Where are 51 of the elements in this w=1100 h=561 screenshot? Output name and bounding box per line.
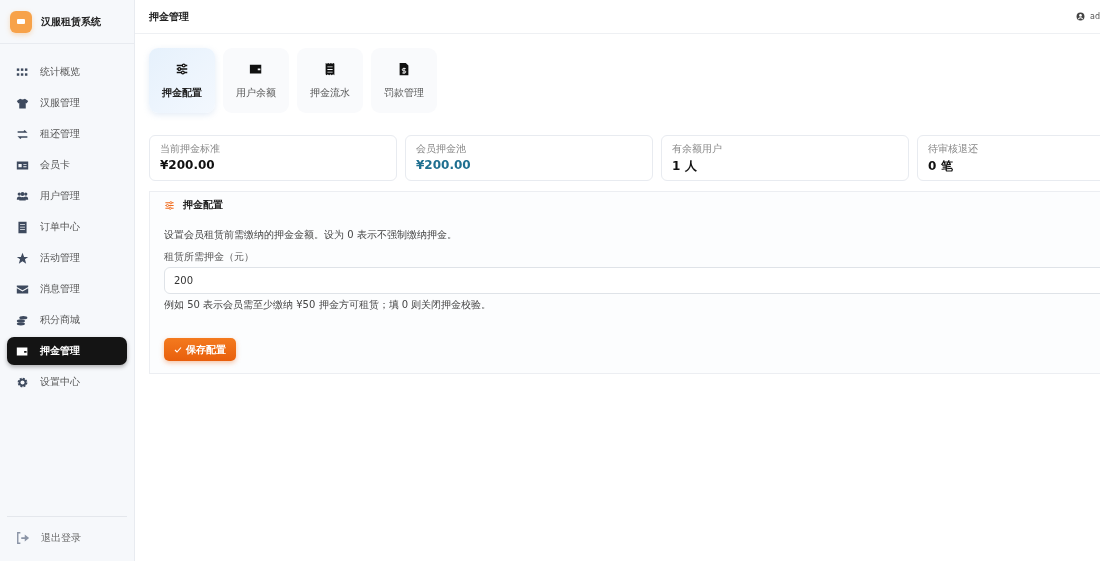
logout-icon [16,531,30,545]
sidebar-item[interactable]: 活动管理 [7,244,127,272]
sliders-icon [164,199,175,211]
stat-value: 1 人 [672,158,698,175]
user-name[interactable]: ad [1090,12,1100,21]
app-name: 汉服租赁系统 [41,14,101,29]
sidebar-item[interactable]: 消息管理 [7,275,127,303]
sidebar-item[interactable]: 会员卡 [7,151,127,179]
coins-icon [16,313,29,327]
star-icon [16,251,29,265]
field-label: 租赁所需押金（元） [164,250,255,264]
wallet-icon [16,344,29,358]
panel-title: 押金配置 [183,198,223,212]
sidebar-item[interactable]: 订单中心 [7,213,127,241]
logout-button[interactable]: 退出登录 [7,516,127,561]
envelope-icon [16,282,29,296]
sidebar-item[interactable]: 统计概览 [7,58,127,86]
check-icon [174,345,182,354]
stat-label: 当前押金标准 [160,142,221,156]
dollar-file-icon [397,61,411,76]
users-icon [16,189,29,203]
sidebar-item[interactable]: 租还管理 [7,120,127,148]
tab[interactable]: 押金配置 [149,48,215,113]
stat-value: ¥200.00 [160,158,216,172]
stat-value: ¥200.00 [416,158,472,172]
sidebar-item[interactable]: 用户管理 [7,182,127,210]
grid-icon [16,65,29,79]
stat-label: 会员押金池 [416,142,467,156]
app-logo-icon [10,10,32,33]
deposit-input-field[interactable]: 200 [164,267,1100,294]
description-text: 设置会员租赁前需缴纳的押金金额。设为 0 表示不强制缴纳押金。 [164,228,458,242]
gear-icon [16,375,29,389]
sidebar-item[interactable]: 设置中心 [7,368,127,396]
id-card-icon [16,158,29,172]
document-icon [16,220,29,234]
tab[interactable]: 罚款管理 [371,48,437,113]
shirt-icon [16,96,29,110]
sidebar-item[interactable]: 积分商城 [7,306,127,334]
hint-text: 例如 50 表示会员需至少缴纳 ¥50 押金方可租赁；填 0 则关闭押金校验。 [164,298,493,312]
stat-value: 0 笔 [928,158,954,175]
page-title: 押金管理 [149,9,189,24]
tab[interactable]: 押金流水 [297,48,363,113]
receipt-icon [323,61,337,76]
tab[interactable]: 用户余额 [223,48,289,113]
swap-arrows-icon [16,127,29,141]
sidebar-item[interactable]: 汉服管理 [7,89,127,117]
stat-label: 待审核退还 [928,142,979,156]
sliders-icon [175,61,189,76]
stat-label: 有余额用户 [672,142,723,156]
user-icon [1076,12,1085,21]
sidebar-item[interactable]: 押金管理 [7,337,127,365]
